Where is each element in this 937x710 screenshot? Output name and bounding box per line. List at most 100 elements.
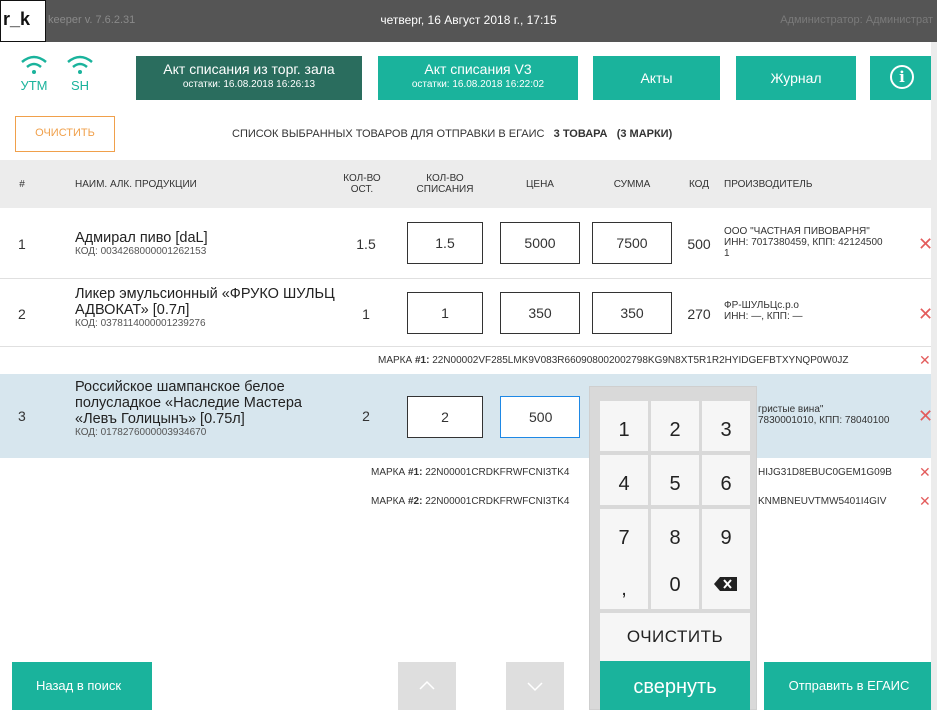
qty-write-input[interactable]: 1.5	[407, 222, 483, 264]
row-divider	[0, 278, 937, 279]
numpad-key-4[interactable]: 4	[600, 455, 648, 505]
wifi-icon	[21, 55, 47, 74]
connection-status: УТМ SH	[14, 54, 114, 102]
product-name: Адмирал пиво [daL] КОД: 0034268000001262…	[75, 230, 345, 258]
sh-label: SH	[70, 78, 90, 93]
col-qty-ost: КОЛ-ВО ОСТ.	[343, 173, 381, 195]
numpad-key-9[interactable]: 9	[702, 509, 750, 559]
mark-tail: HIJG31D8EBUC0GEM1G09B	[758, 467, 892, 478]
col-kod: КОД	[688, 178, 710, 190]
alc-code: 270	[687, 306, 711, 322]
table-row[interactable]: 1 Адмирал пиво [daL] КОД: 00342680000012…	[0, 214, 937, 274]
sum-input[interactable]: 7500	[592, 222, 672, 264]
table-row-selected[interactable]: 3 Российское шампанское белое полусладко…	[0, 374, 937, 458]
wifi-icon	[67, 55, 93, 74]
numpad-collapse-button[interactable]: свернуть	[600, 661, 750, 710]
tab-act-hall-subtitle: остатки: 16.08.2018 16:26:13	[182, 79, 316, 90]
product-code: КОД: 0034268000001262153	[75, 246, 207, 257]
list-caption: СПИСОК ВЫБРАННЫХ ТОВАРОВ ДЛЯ ОТПРАВКИ В …	[232, 128, 672, 140]
numpad-key-0[interactable]: 0	[651, 559, 699, 609]
tab-act-v3[interactable]: Акт списания V3 остатки: 16.08.2018 16:2…	[378, 56, 578, 100]
table-header: # НАИМ. АЛК. ПРОДУКЦИИ КОЛ-ВО ОСТ. КОЛ-В…	[0, 160, 937, 208]
maker-info: ООО "ЧАСТНАЯ ПИВОВАРНЯ" ИНН: 7017380459,…	[724, 226, 883, 259]
utm-status: УТМ	[14, 54, 54, 93]
row-divider	[0, 346, 937, 347]
numpad-clear-button[interactable]: ОЧИСТИТЬ	[600, 613, 750, 661]
mark-label: МАРКА	[371, 496, 406, 507]
maker-extra: 1	[724, 248, 730, 259]
product-title: Адмирал пиво [daL]	[75, 230, 208, 246]
selected-marks: (3 МАРКИ)	[616, 128, 673, 140]
qty-write-input[interactable]: 2	[407, 396, 483, 438]
delete-mark-icon[interactable]: ✕	[919, 493, 931, 510]
mark-value: 22N00001CRDKFRWFCNI3TK4	[425, 467, 570, 478]
tab-journal-label: Журнал	[770, 70, 822, 86]
numpad-key-1[interactable]: 1	[600, 401, 648, 451]
tab-acts[interactable]: Акты	[593, 56, 720, 100]
maker-info: ФР-ШУЛЬЦс.р.о ИНН: —, КПП: —	[724, 300, 803, 322]
utm-label: УТМ	[20, 78, 48, 93]
sh-status: SH	[60, 54, 100, 93]
current-user: Администратор: Администрат	[780, 14, 933, 26]
product-code: КОД: 0178276000003934670	[75, 427, 207, 438]
numpad-key-8[interactable]: 8	[651, 509, 699, 559]
numpad-key-comma[interactable]: ,	[600, 559, 648, 609]
numpad-key-6[interactable]: 6	[702, 455, 750, 505]
tab-journal[interactable]: Журнал	[736, 56, 856, 100]
qty-write-input[interactable]: 1	[407, 292, 483, 334]
sum-input[interactable]: 350	[592, 292, 672, 334]
qty-remaining: 2	[362, 408, 370, 424]
numpad-key-3[interactable]: 3	[702, 401, 750, 451]
maker-name: гристые вина"	[758, 404, 824, 415]
table-row[interactable]: 2 Ликер эмульсионный «ФРУКО ШУЛЬЦ АДВОКА…	[0, 284, 937, 346]
numpad-key-5[interactable]: 5	[651, 455, 699, 505]
numpad: 1 2 3 4 5 6 7 8 9 , 0 ОЧИСТИТЬ свернуть	[589, 386, 757, 710]
header-nav: УТМ SH Акт списания из торг. зала остатк…	[0, 42, 937, 112]
numpad-key-2[interactable]: 2	[651, 401, 699, 451]
maker-name: ООО "ЧАСТНАЯ ПИВОВАРНЯ"	[724, 226, 870, 237]
product-code: КОД: 0378114000001239276	[75, 318, 206, 329]
scroll-down-button[interactable]	[506, 662, 564, 710]
mark-number: #1:	[414, 355, 430, 366]
product-name: Российское шампанское белое полусладкое …	[75, 379, 337, 439]
chevron-up-icon	[419, 680, 435, 690]
col-maker: ПРОИЗВОДИТЕЛЬ	[724, 178, 813, 190]
delete-mark-icon[interactable]: ✕	[919, 464, 931, 481]
maker-inn: ИНН: 7017380459, КПП: 42124500	[724, 237, 883, 248]
list-caption-text: СПИСОК ВЫБРАННЫХ ТОВАРОВ ДЛЯ ОТПРАВКИ В …	[232, 128, 545, 140]
qty-remaining: 1	[362, 306, 370, 322]
clear-list-button[interactable]: ОЧИСТИТЬ	[15, 116, 115, 152]
product-name: Ликер эмульсионный «ФРУКО ШУЛЬЦ АДВОКАТ»…	[75, 286, 340, 330]
alc-code: 500	[687, 236, 711, 252]
col-price: ЦЕНА	[526, 178, 554, 190]
qty-remaining: 1.5	[356, 236, 376, 252]
price-input[interactable]: 350	[500, 292, 580, 334]
price-input[interactable]: 5000	[500, 222, 580, 264]
send-egais-button[interactable]: Отправить в ЕГАИС	[764, 662, 934, 710]
back-to-search-button[interactable]: Назад в поиск	[12, 662, 152, 710]
col-name: НАИМ. АЛК. ПРОДУКЦИИ	[75, 178, 197, 190]
product-title: Ликер эмульсионный «ФРУКО ШУЛЬЦ АДВОКАТ»…	[75, 286, 335, 318]
delete-mark-icon[interactable]: ✕	[919, 352, 931, 369]
tab-act-v3-title: Акт списания V3	[424, 61, 532, 77]
mark-label: МАРКА	[378, 355, 413, 366]
maker-name: ФР-ШУЛЬЦс.р.о	[724, 300, 799, 311]
maker-inn: 7830001010, КПП: 78040100	[758, 415, 890, 426]
scroll-up-button[interactable]	[398, 662, 456, 710]
mark-value: 22N00002VF285LMK9V083R660908002002798KG9…	[432, 355, 849, 366]
chevron-down-icon	[527, 682, 543, 692]
row-number: 1	[18, 236, 26, 252]
price-input-active[interactable]: 500	[500, 396, 580, 438]
product-title: Российское шампанское белое полусладкое …	[75, 379, 302, 427]
tab-act-hall-title: Акт списания из торг. зала	[163, 61, 335, 77]
maker-inn: ИНН: —, КПП: —	[724, 311, 803, 322]
tab-act-hall[interactable]: Акт списания из торг. зала остатки: 16.0…	[136, 56, 362, 100]
info-icon: i	[890, 65, 914, 89]
selected-count: 3 ТОВАРА	[553, 128, 608, 140]
numpad-backspace[interactable]	[702, 559, 750, 609]
scrollbar[interactable]	[931, 42, 937, 710]
numpad-key-7[interactable]: 7	[600, 509, 648, 559]
title-bar: r_k keeper v. 7.6.2.31 четверг, 16 Авгус…	[0, 0, 937, 42]
maker-info: гристые вина" 7830001010, КПП: 78040100	[758, 404, 889, 426]
info-button[interactable]: i	[870, 56, 932, 100]
